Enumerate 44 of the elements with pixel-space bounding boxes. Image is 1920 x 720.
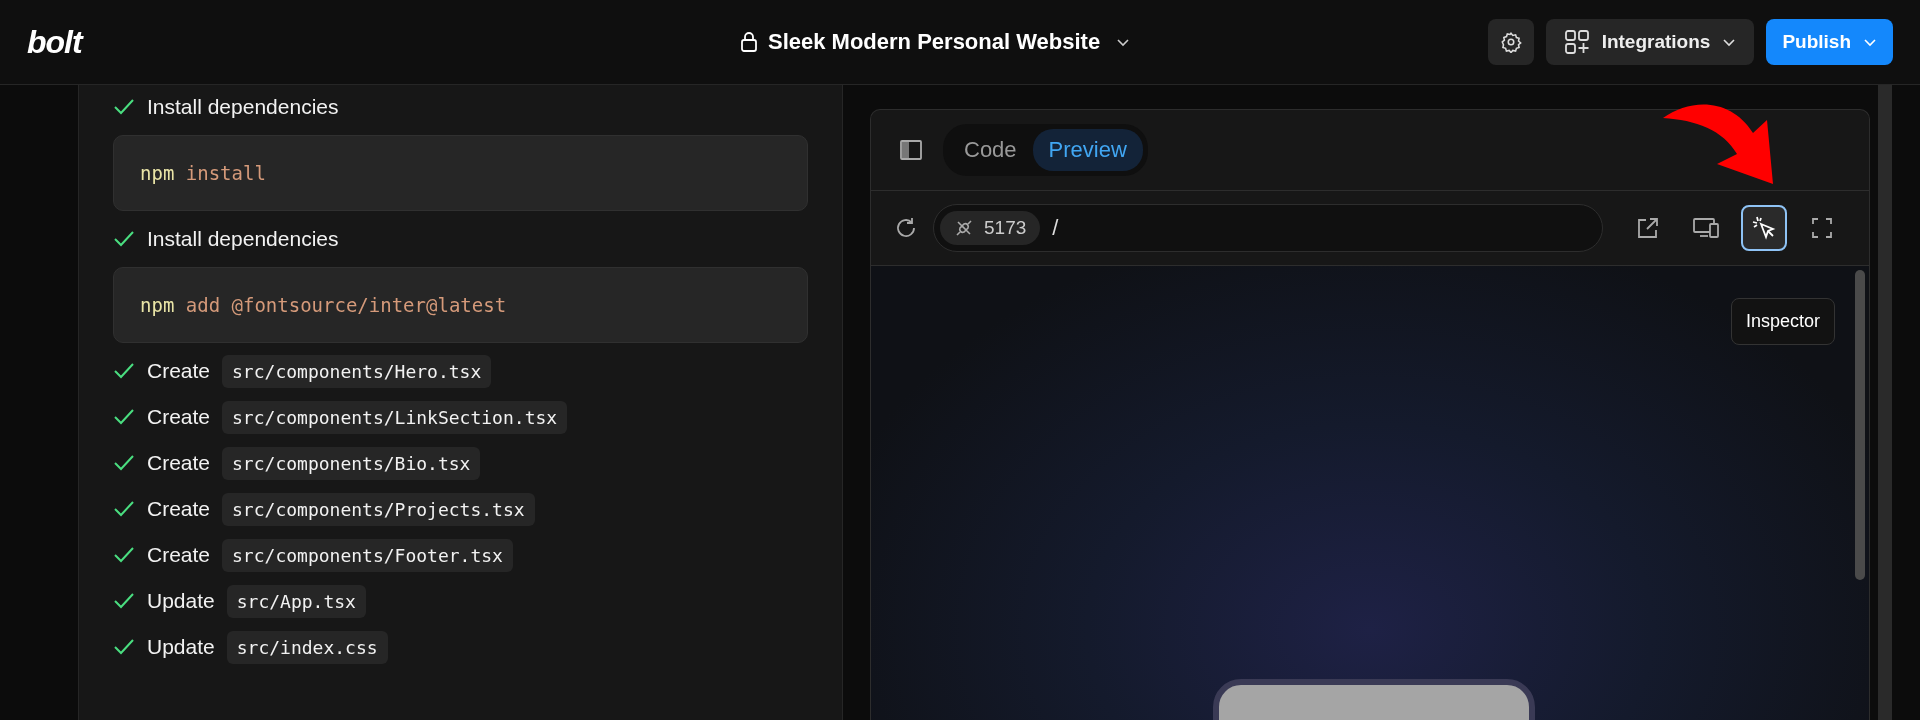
- chevron-down-icon: [1722, 37, 1737, 47]
- page-scrollbar[interactable]: [1878, 85, 1892, 720]
- chevron-down-icon: [1863, 37, 1877, 47]
- step-text: Create: [147, 405, 211, 429]
- settings-icon: [1499, 31, 1522, 53]
- chevron-down-icon[interactable]: [1116, 37, 1131, 47]
- step-text: Update: [147, 635, 215, 659]
- url-path: /: [1052, 215, 1059, 241]
- file-path: src/App.tsx: [226, 584, 366, 618]
- devices-icon: [1692, 216, 1720, 240]
- step-text: Create: [147, 359, 211, 383]
- scrollbar-thumb[interactable]: [1855, 270, 1865, 580]
- publish-button[interactable]: Publish: [1766, 19, 1893, 65]
- cursor-click-icon: [1751, 215, 1777, 241]
- step-text: Create: [147, 543, 211, 567]
- step-text: Install dependencies: [147, 227, 339, 251]
- port-badge: 5173: [940, 211, 1041, 245]
- address-bar[interactable]: 5173 /: [933, 204, 1603, 252]
- view-tab[interactable]: Code: [948, 129, 1033, 171]
- command-text: npm install: [140, 162, 266, 184]
- plug-icon: [954, 218, 974, 238]
- file-path: src/components/LinkSection.tsx: [222, 400, 568, 434]
- step-text: Create: [147, 451, 211, 475]
- grid-plus-icon: [1563, 29, 1590, 55]
- external-link-icon: [1635, 215, 1661, 241]
- step-text: Install dependencies: [147, 95, 339, 119]
- step-text: Create: [147, 497, 211, 521]
- lock-icon: [740, 31, 758, 53]
- file-path: src/components/Footer.tsx: [222, 538, 513, 572]
- settings-button[interactable]: [1487, 19, 1534, 65]
- project-title[interactable]: Sleek Modern Personal Website: [768, 29, 1101, 55]
- file-path: src/components/Bio.tsx: [222, 446, 481, 480]
- step-text: Update: [147, 589, 215, 613]
- tooltip: Inspector: [1730, 298, 1835, 345]
- fullscreen-icon: [1810, 216, 1834, 240]
- command-text: npm add @fontsource/inter@latest: [140, 294, 507, 316]
- file-path: src/components/Projects.tsx: [222, 492, 535, 526]
- file-path: src/components/Hero.tsx: [222, 354, 492, 388]
- logo[interactable]: bolt: [27, 23, 82, 61]
- file-path: src/index.css: [226, 630, 388, 664]
- view-tab[interactable]: Preview: [1032, 129, 1143, 171]
- sidebar-toggle-icon[interactable]: [899, 139, 923, 161]
- integrations-button[interactable]: Integrations: [1545, 19, 1755, 65]
- inspector-button[interactable]: [1741, 205, 1787, 251]
